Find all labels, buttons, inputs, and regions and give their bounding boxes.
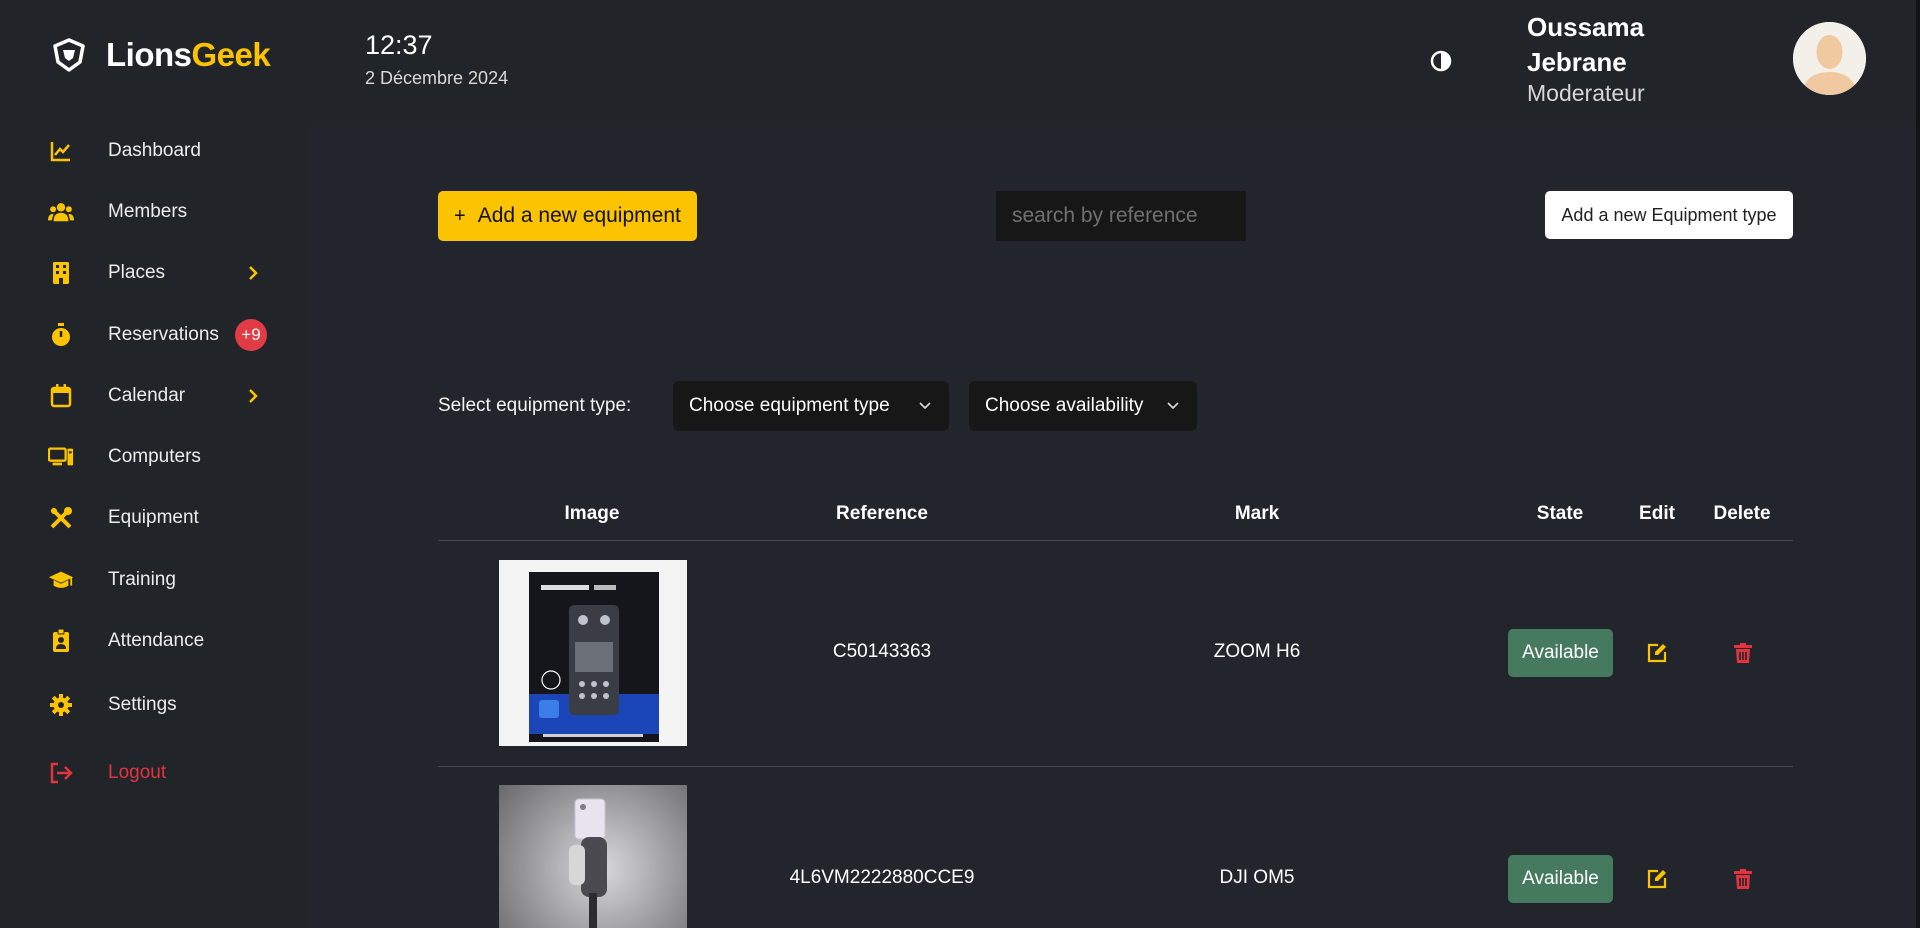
column-header-reference: Reference	[836, 503, 928, 524]
scrollbar[interactable]	[1916, 0, 1920, 928]
edit-icon[interactable]	[1646, 868, 1668, 890]
building-icon	[48, 260, 74, 286]
sidebar-item-label: Calendar	[108, 385, 186, 406]
sidebar-item-label: Dashboard	[108, 140, 201, 161]
table-row-divider	[438, 766, 1793, 767]
add-equipment-button[interactable]: + Add a new equipment	[438, 191, 697, 241]
sidebar-item-label: Places	[108, 262, 166, 283]
avatar[interactable]	[1793, 22, 1866, 95]
sidebar-item-equipment[interactable]: Equipment	[48, 498, 278, 538]
stopwatch-icon	[48, 322, 74, 348]
trash-icon[interactable]	[1732, 868, 1754, 890]
chart-line-icon	[48, 138, 74, 164]
add-equipment-type-button[interactable]: Add a new Equipment type	[1545, 191, 1793, 239]
theme-toggle-icon[interactable]	[1430, 50, 1452, 72]
brand-logo[interactable]: LionsGeek	[50, 36, 271, 74]
sidebar-item-settings[interactable]: Settings	[48, 685, 278, 725]
chevron-down-icon	[919, 402, 931, 410]
status-badge[interactable]: Available	[1508, 629, 1613, 677]
column-header-delete: Delete	[1713, 503, 1771, 524]
logout-label: Logout	[108, 762, 167, 783]
add-equipment-label: Add a new equipment	[477, 204, 681, 227]
equipment-reference: 4L6VM2222880CCE9	[789, 867, 975, 888]
sidebar-item-label: Equipment	[108, 507, 199, 528]
sidebar-item-label: Computers	[108, 446, 201, 467]
trash-icon[interactable]	[1732, 642, 1754, 664]
sidebar-item-label: Reservations	[108, 324, 219, 345]
equipment-mark: ZOOM H6	[1213, 641, 1301, 662]
sidebar-item-dashboard[interactable]: Dashboard	[48, 131, 278, 171]
status-badge[interactable]: Available	[1508, 855, 1613, 903]
chevron-right-icon[interactable]	[246, 389, 260, 403]
filter-label: Select equipment type:	[438, 395, 632, 416]
sidebar-item-attendance[interactable]: Attendance	[48, 621, 278, 661]
availability-select-value: Choose availability	[985, 395, 1144, 416]
top-bar: LionsGeek 12:37 2 Décembre 2024 Oussama …	[0, 0, 1920, 126]
brand-name: LionsGeek	[106, 36, 271, 73]
edit-icon[interactable]	[1646, 642, 1668, 664]
sidebar-item-label: Attendance	[108, 630, 205, 651]
current-date: 2 Décembre 2024	[365, 68, 509, 88]
equipment-type-select[interactable]: Choose equipment type	[673, 381, 949, 431]
sidebar-item-training[interactable]: Training	[48, 560, 278, 600]
availability-select[interactable]: Choose availability	[969, 381, 1197, 431]
sidebar-item-computers[interactable]: Computers	[48, 437, 278, 477]
graduation-cap-icon	[48, 567, 74, 593]
tools-icon	[48, 505, 74, 531]
column-header-edit: Edit	[1639, 503, 1675, 524]
chevron-right-icon[interactable]	[246, 266, 260, 280]
equipment-type-select-value: Choose equipment type	[689, 395, 890, 416]
user-name: Oussama Jebrane	[1527, 12, 1645, 77]
column-header-mark: Mark	[1234, 503, 1280, 524]
reservations-count-badge: +9	[235, 319, 267, 351]
lion-shield-icon	[53, 38, 85, 72]
current-time: 12:37	[365, 30, 433, 60]
equipment-image	[499, 785, 687, 928]
badge-icon	[48, 628, 74, 654]
chevron-down-icon	[1167, 402, 1179, 410]
sidebar-item-label: Settings	[108, 694, 177, 715]
sidebar-item-reservations[interactable]: Reservations +9	[48, 315, 278, 355]
column-header-state: State	[1536, 503, 1584, 524]
sidebar-item-label: Members	[108, 201, 188, 222]
sidebar-item-calendar[interactable]: Calendar	[48, 376, 278, 416]
users-icon	[48, 199, 74, 225]
column-header-image: Image	[564, 503, 620, 524]
gear-icon	[48, 692, 74, 718]
sidebar-item-places[interactable]: Places	[48, 253, 278, 293]
sidebar: Dashboard Members Places Reservations +9…	[0, 126, 310, 928]
user-role: Moderateur	[1527, 80, 1645, 106]
sidebar-item-label: Training	[108, 569, 176, 590]
plus-icon: +	[454, 204, 466, 227]
sidebar-item-members[interactable]: Members	[48, 192, 278, 232]
calendar-icon	[48, 383, 74, 409]
equipment-image	[499, 560, 687, 746]
computer-icon	[48, 444, 74, 470]
user-avatar-icon	[1793, 22, 1866, 95]
equipment-reference: C50143363	[832, 641, 932, 662]
logout-icon	[48, 760, 74, 786]
equipment-mark: DJI OM5	[1219, 867, 1295, 888]
logout-button[interactable]: Logout	[48, 753, 278, 793]
search-input[interactable]	[996, 191, 1246, 241]
table-header-divider	[438, 540, 1793, 541]
